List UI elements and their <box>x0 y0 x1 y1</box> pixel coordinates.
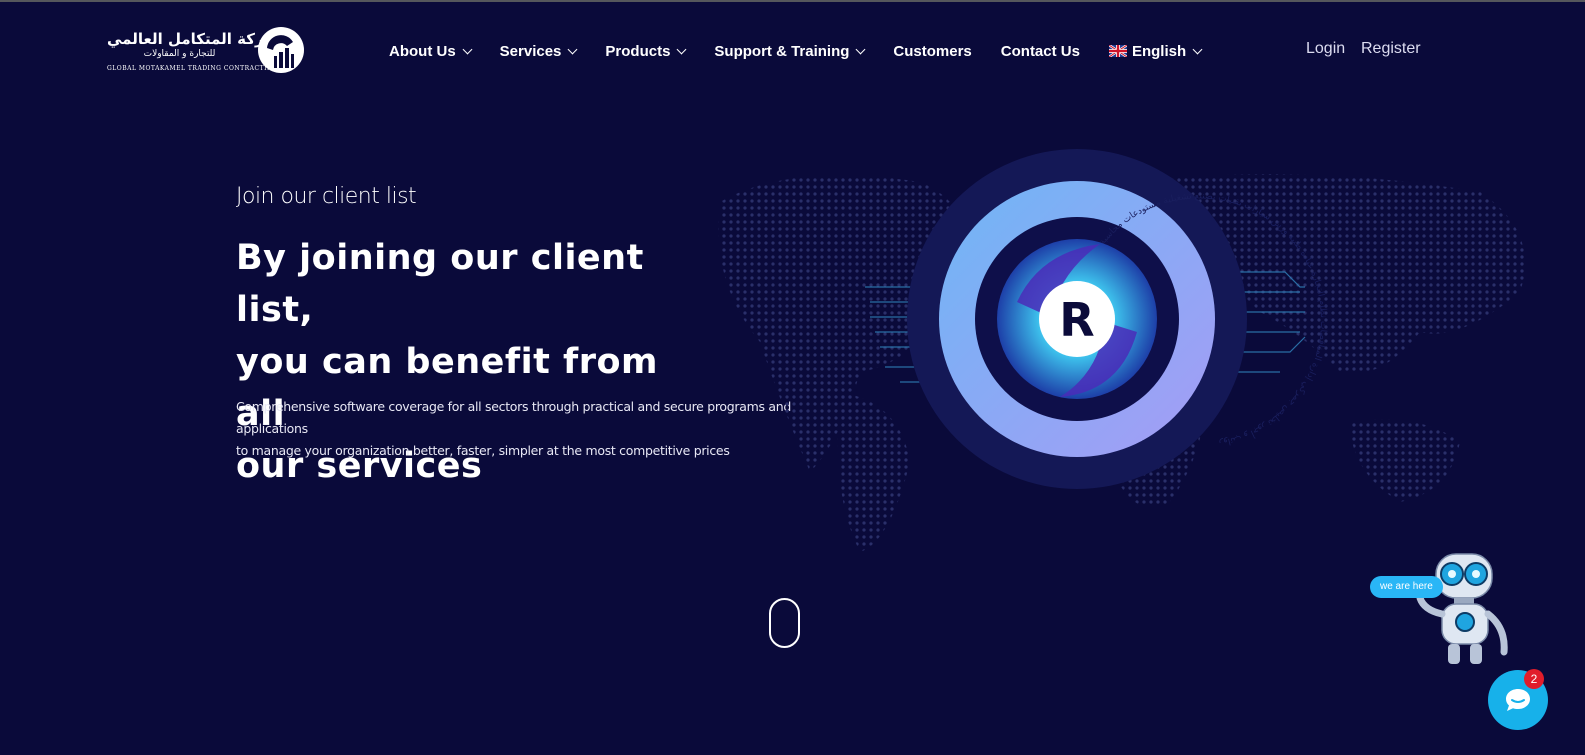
hero-headline-line: By joining our client list, <box>236 238 644 330</box>
logo-arabic-tagline: للتجارة و المقاولات <box>143 49 216 59</box>
nav-contact-us[interactable]: Contact Us <box>1001 43 1080 60</box>
hero-eyebrow: Join our client list <box>236 184 417 209</box>
robot-assistant-icon[interactable] <box>1410 548 1520 668</box>
uk-flag-icon <box>1108 45 1127 57</box>
nav-contact-us-label: Contact Us <box>1000 42 1080 60</box>
nav-about-us-label: About Us <box>389 42 456 60</box>
robot-speech-bubble[interactable]: we are here <box>1370 576 1443 598</box>
logo-english-name: GLOBAL MOTAKAMEL TRADING CONTRACTING <box>107 65 278 72</box>
language-label: English <box>1131 42 1187 60</box>
nav-customers[interactable]: Customers <box>893 43 971 60</box>
emblem-letter: R <box>1059 293 1094 347</box>
top-navigation: شركة المتكامل العالمي للتجارة و المقاولا… <box>0 2 1585 98</box>
logo-arabic-name: شركة المتكامل العالمي <box>107 30 280 48</box>
nav-customers-label: Customers <box>893 42 972 60</box>
scroll-down-mouse-icon[interactable] <box>769 598 800 648</box>
chat-bubble-icon <box>1506 689 1530 711</box>
nav-products-label: Products <box>605 42 671 60</box>
chevron-down-icon <box>855 44 866 54</box>
chevron-down-icon <box>462 44 473 54</box>
logo-mark-icon <box>258 27 304 73</box>
chat-notification-badge: 2 <box>1524 669 1544 689</box>
nav-about-us[interactable]: About Us <box>389 42 473 60</box>
nav-products[interactable]: Products <box>605 42 687 60</box>
chevron-down-icon <box>1192 44 1203 54</box>
chevron-down-icon <box>676 44 687 54</box>
language-selector[interactable]: English <box>1108 42 1203 60</box>
register-link[interactable]: Register <box>1361 40 1421 58</box>
hero-illustration: رواتب و أجور تخليص جمركي إدارة المناقصات… <box>718 149 1525 552</box>
main-menu: About Us Services Products Support & Tra… <box>389 40 1230 62</box>
chevron-down-icon <box>567 44 578 54</box>
login-link[interactable]: Login <box>1306 40 1345 58</box>
nav-services[interactable]: Services <box>499 42 578 60</box>
company-logo[interactable]: شركة المتكامل العالمي للتجارة و المقاولا… <box>107 24 307 76</box>
nav-support-training-label: Support & Training <box>714 42 850 60</box>
nav-services-label: Services <box>499 42 562 60</box>
nav-support-training[interactable]: Support & Training <box>714 42 866 60</box>
